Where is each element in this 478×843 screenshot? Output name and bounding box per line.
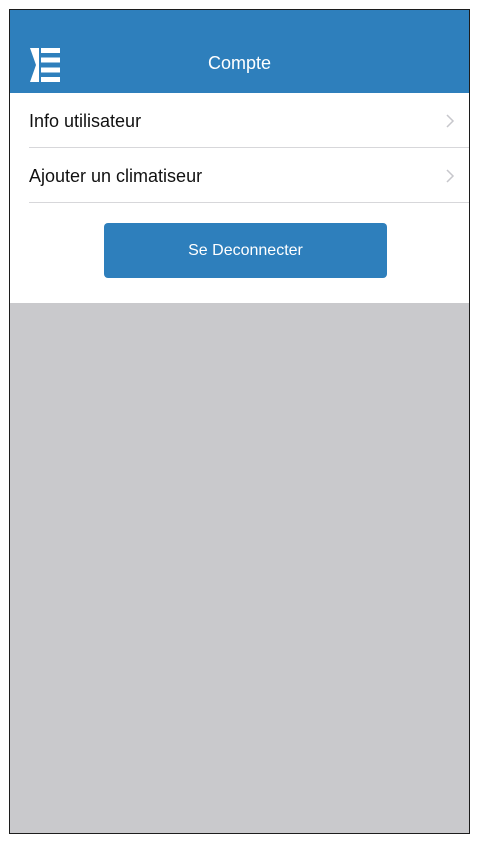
page-title: Compte — [207, 53, 272, 73]
top-bar: Compte — [10, 10, 469, 93]
empty-background — [10, 303, 469, 833]
list-item-label: Info utilisateur — [29, 111, 142, 131]
list-item-label: Ajouter un climatiseur — [29, 166, 203, 186]
account-panel: Info utilisateur Ajouter un climatiseur … — [10, 93, 469, 303]
chevron-right-icon — [443, 114, 457, 128]
logout-button[interactable]: Se Deconnecter — [104, 223, 387, 278]
chevron-right-icon — [443, 169, 457, 183]
logout-section: Se Deconnecter — [10, 203, 469, 303]
list-item-ajouter-climatiseur[interactable]: Ajouter un climatiseur — [10, 148, 469, 203]
app-screen: Compte Info utilisateur Ajouter un clima… — [9, 9, 470, 834]
list-item-info-utilisateur[interactable]: Info utilisateur — [10, 93, 469, 148]
